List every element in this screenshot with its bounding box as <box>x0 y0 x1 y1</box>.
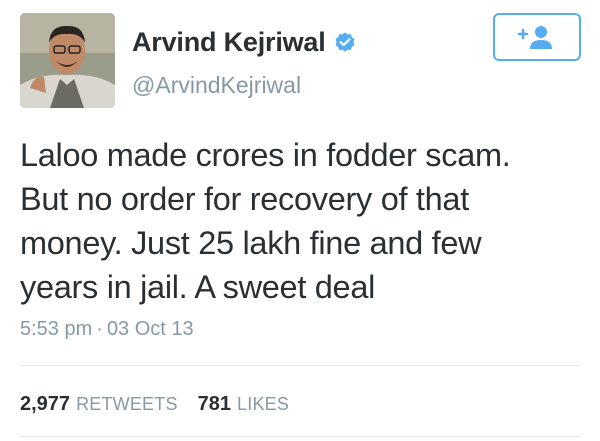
avatar[interactable] <box>20 13 115 108</box>
tweet-text-line: years in jail. A sweet deal <box>20 269 376 305</box>
profile-photo <box>20 13 115 108</box>
likes-count: 781 <box>197 393 232 415</box>
tweet-timestamp[interactable]: 5:53 pm · 03 Oct 13 <box>20 318 194 341</box>
tweet-text-line: But no order for recovery of that <box>20 181 469 217</box>
tweet-time: 5:53 pm <box>20 318 93 340</box>
divider <box>20 365 580 366</box>
tweet-stats: 2,977 RETWEETS 781 LIKES <box>20 393 309 416</box>
follow-plus-person-icon <box>517 26 552 49</box>
tweet-text-line: Laloo made crores in fodder scam. <box>20 137 511 173</box>
verified-badge-icon <box>333 31 357 55</box>
tweet-text: Laloo made crores in fodder scam. But no… <box>20 133 580 309</box>
meta-separator: · <box>96 318 103 340</box>
tweet-date: 03 Oct 13 <box>106 318 194 340</box>
likes-stat[interactable]: 781 LIKES <box>198 393 289 416</box>
retweets-label: RETWEETS <box>76 394 178 414</box>
retweets-stat[interactable]: 2,977 RETWEETS <box>20 393 178 416</box>
follow-button[interactable] <box>493 13 581 61</box>
divider <box>20 436 580 437</box>
likes-label: LIKES <box>237 394 290 414</box>
display-name-text[interactable]: Arvind Kejriwal <box>132 27 326 58</box>
display-name[interactable]: Arvind Kejriwal <box>132 27 357 58</box>
tweet-text-line: money. Just 25 lakh fine and few <box>20 225 482 261</box>
user-handle[interactable]: @ArvindKejriwal <box>132 72 301 99</box>
retweets-count: 2,977 <box>20 393 71 415</box>
